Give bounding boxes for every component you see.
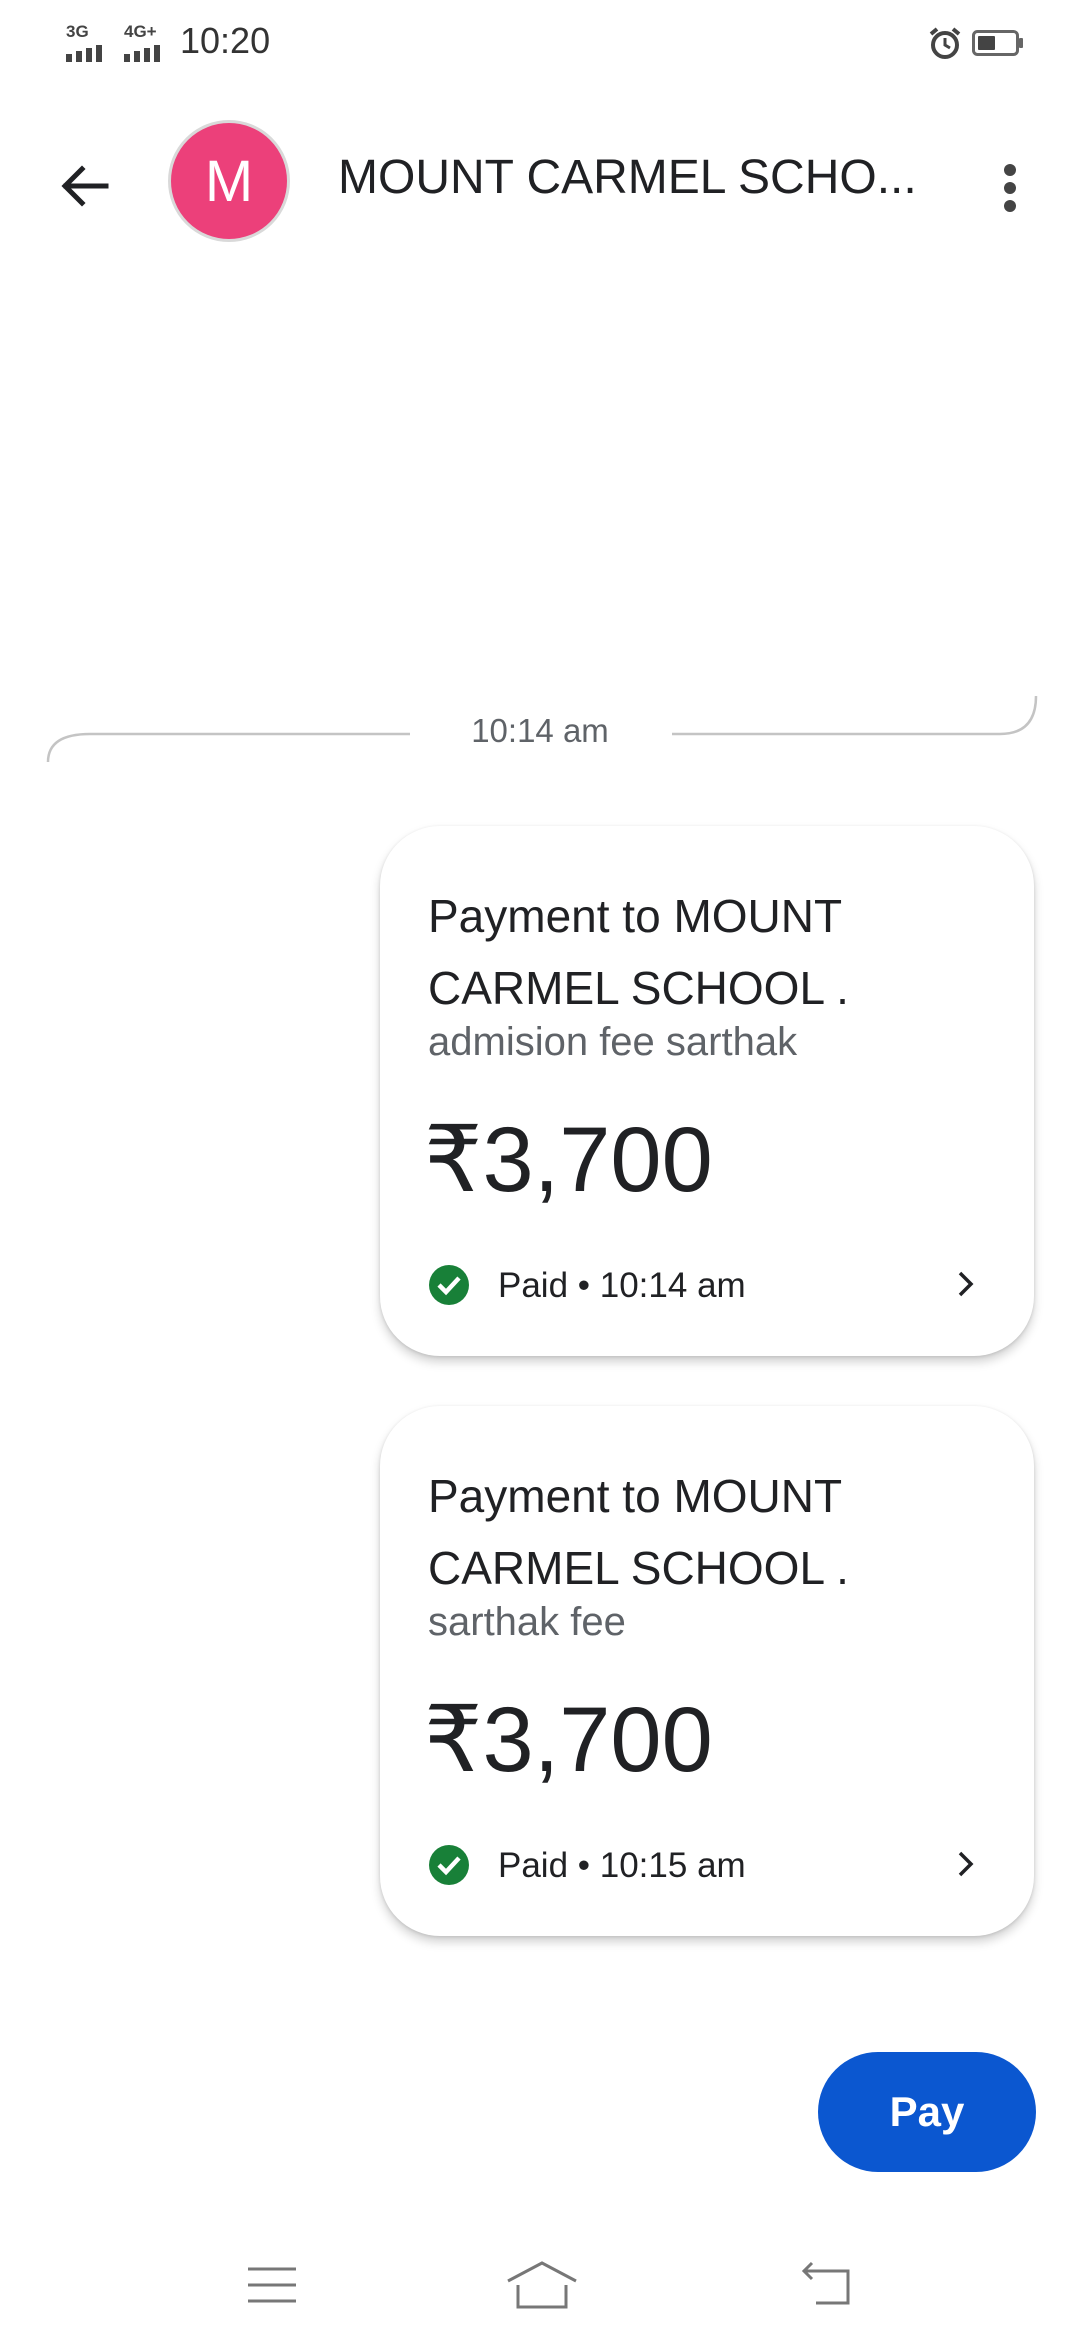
system-nav-bar bbox=[0, 2230, 1080, 2340]
pay-button[interactable]: Pay bbox=[818, 2052, 1036, 2172]
back-button[interactable] bbox=[44, 146, 124, 226]
screen: 3G 4G+ 10:20 M MOUNT CARMEL SCHO... 10:1… bbox=[0, 0, 1080, 2340]
home-button[interactable] bbox=[492, 2250, 592, 2320]
payment-note: admision fee sarthak bbox=[428, 1020, 798, 1064]
payment-status: Paid • 10:15 am bbox=[498, 1846, 746, 1885]
timestamp-divider: 10:14 am bbox=[0, 690, 1080, 770]
chevron-right-icon bbox=[958, 1271, 974, 1297]
more-options-button[interactable] bbox=[990, 148, 1030, 228]
page-title[interactable]: MOUNT CARMEL SCHO... bbox=[338, 150, 918, 205]
signal-icon bbox=[124, 45, 160, 62]
alarm-icon bbox=[929, 27, 961, 59]
recent-apps-button[interactable] bbox=[222, 2250, 322, 2320]
chevron-right-icon bbox=[958, 1851, 974, 1877]
back-icon bbox=[801, 2261, 850, 2305]
nav-back-button[interactable] bbox=[776, 2250, 876, 2320]
signal-icon bbox=[66, 45, 102, 62]
back-arrow-icon bbox=[61, 165, 109, 207]
payment-note: sarthak fee bbox=[428, 1600, 626, 1644]
battery-icon bbox=[972, 30, 1023, 56]
payment-title: Payment to MOUNT CARMEL SCHOOL . bbox=[428, 890, 849, 1014]
payment-status: Paid • 10:14 am bbox=[498, 1266, 746, 1305]
status-bar: 3G 4G+ 10:20 bbox=[0, 0, 1080, 84]
network-type-label: 4G+ bbox=[124, 22, 157, 41]
payment-status-row: Paid • 10:14 am bbox=[428, 1260, 988, 1310]
home-icon bbox=[507, 2261, 577, 2309]
payment-status-row: Paid • 10:15 am bbox=[428, 1840, 988, 1890]
payment-card[interactable]: Payment to MOUNT CARMEL SCHOOL . sarthak… bbox=[380, 1406, 1034, 1936]
network-type-label: 3G bbox=[66, 22, 89, 41]
timestamp: 10:14 am bbox=[471, 712, 609, 749]
payment-title: Payment to MOUNT CARMEL SCHOOL . bbox=[428, 1470, 849, 1594]
status-time: 10:20 bbox=[180, 20, 271, 61]
check-circle-icon bbox=[429, 1265, 469, 1305]
payment-amount: ₹3,700 bbox=[424, 1109, 713, 1211]
more-vert-icon bbox=[1004, 164, 1016, 212]
payment-amount: ₹3,700 bbox=[424, 1689, 713, 1791]
menu-icon bbox=[248, 2267, 296, 2303]
avatar-letter: M bbox=[204, 148, 254, 214]
app-bar: M MOUNT CARMEL SCHO... bbox=[0, 110, 1080, 250]
payment-card[interactable]: Payment to MOUNT CARMEL SCHOOL . admisio… bbox=[380, 826, 1034, 1356]
check-circle-icon bbox=[429, 1845, 469, 1885]
avatar[interactable]: M bbox=[168, 120, 290, 242]
